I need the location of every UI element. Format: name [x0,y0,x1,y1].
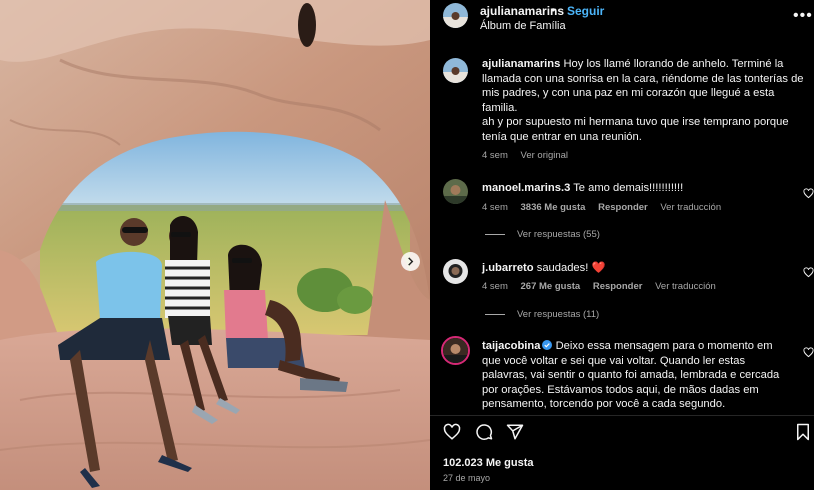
post-caption: ajulianamarins Hoy los llamé llorando de… [482,57,804,145]
red-heart-emoji: ❤️ [591,262,606,274]
comment-username[interactable]: manoel.marins.3 [482,182,570,194]
more-options-icon[interactable]: ••• [793,7,813,25]
comment-3: taijacobina Deixo essa mensagem para o m… [482,339,792,412]
post-side-panel: ajulianamarins • Seguir Álbum de Família… [430,0,814,490]
translate-link[interactable]: Ver traducción [655,281,716,292]
replies-divider [485,313,505,315]
bookmark-icon[interactable] [794,423,812,441]
see-original-link[interactable]: Ver original [521,150,569,161]
reply-button[interactable]: Responder [593,281,643,292]
comment-likes[interactable]: 267 Me gusta [521,281,581,292]
photo-scene [0,0,430,490]
comment-text: Te amo demais!!!!!!!!!!! [573,182,684,194]
comment-meta: 4 sem 3836 Me gusta Responder Ver traduc… [482,202,731,213]
comment-likes[interactable]: 3836 Me gusta [521,202,586,213]
caption-time: 4 sem [482,150,508,161]
comment-username[interactable]: j.ubarreto [482,262,534,274]
replies-divider [485,233,505,235]
author-avatar[interactable] [443,3,468,28]
comment-2: j.ubarreto saudades! ❤️ [482,261,792,276]
view-replies-button[interactable]: Ver respuestas (11) [485,309,599,320]
follow-button[interactable]: Seguir [567,4,604,18]
comment-time: 4 sem [482,202,508,213]
comment-avatar[interactable] [441,336,470,365]
comment-icon[interactable] [475,423,493,441]
post-photo[interactable] [0,0,430,490]
comment-text: saudades! [536,262,589,274]
post-location[interactable]: Álbum de Família [480,20,566,32]
next-photo-button[interactable] [401,252,420,271]
verified-badge-icon [542,340,553,350]
comment-username[interactable]: taijacobina [482,340,540,352]
view-replies-button[interactable]: Ver respuestas (55) [485,229,600,240]
share-icon[interactable] [506,423,524,441]
caption-username[interactable]: ajulianamarins [482,58,560,70]
chevron-right-icon [408,257,414,266]
reply-button[interactable]: Responder [598,202,648,213]
caption-avatar[interactable] [443,58,468,83]
like-comment-heart-icon[interactable] [803,345,814,358]
post-date[interactable]: 27 de mayo [443,473,490,483]
post-header: ajulianamarins • Seguir Álbum de Família… [430,0,814,44]
separator-dot: • [551,3,556,17]
comment-meta: 4 sem 267 Me gusta Responder Ver traducc… [482,281,726,292]
comment-avatar[interactable] [443,259,468,284]
likes-count[interactable]: 102.023 Me gusta [443,457,534,469]
view-replies-label: Ver respuestas (55) [517,229,600,240]
caption-text-2: ah y por supuesto mi hermana tuvo que ir… [482,116,789,143]
actions-divider [430,415,814,416]
like-comment-heart-icon[interactable] [803,186,814,199]
comment-avatar[interactable] [443,179,468,204]
comment-time: 4 sem [482,281,508,292]
caption-meta: 4 sem Ver original [482,150,578,161]
translate-link[interactable]: Ver traducción [660,202,721,213]
heart-icon[interactable] [443,423,461,441]
like-comment-heart-icon[interactable] [803,265,814,278]
view-replies-label: Ver respuestas (11) [517,309,600,320]
comment-1: manoel.marins.3 Te amo demais!!!!!!!!!!! [482,181,792,196]
